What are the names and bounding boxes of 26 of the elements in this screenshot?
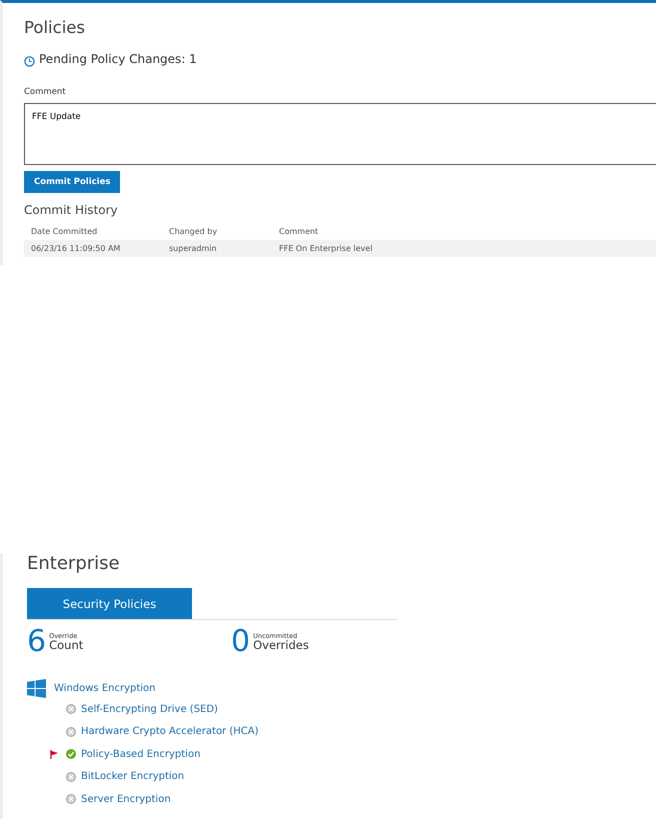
policy-link[interactable]: Hardware Crypto Accelerator (HCA) xyxy=(81,726,258,738)
table-cell-text: FFE On Enterprise level xyxy=(278,244,374,253)
stat-label: Overrides xyxy=(253,639,309,652)
column-header: Date Committed xyxy=(30,227,98,236)
comment-label: Comment xyxy=(24,87,67,97)
commit-policies-button[interactable]: Commit Policies xyxy=(24,171,120,193)
page-title: Policies xyxy=(24,18,86,37)
table-cell-text: superadmin xyxy=(168,244,218,253)
stat-number: 6 xyxy=(27,627,46,657)
clock-icon xyxy=(24,56,35,67)
column-header: Comment xyxy=(278,227,320,236)
policy-link[interactable]: Self-Encrypting Drive (SED) xyxy=(81,704,218,715)
stat-number: 0 xyxy=(231,627,250,657)
column-header: Changed by xyxy=(168,227,218,236)
policy-link[interactable]: BitLocker Encryption xyxy=(81,771,184,782)
enterprise-title: Enterprise xyxy=(27,553,121,574)
commit-history-title: Commit History xyxy=(24,203,119,217)
windows-logo-icon xyxy=(27,679,46,698)
table-cell-text: 06/23/16 11:09:50 AM xyxy=(30,244,122,253)
stat-label: Count xyxy=(49,639,84,652)
comment-field[interactable]: FFE Update xyxy=(24,103,656,165)
policy-link[interactable]: Policy-Based Encryption xyxy=(81,748,200,760)
windows-encryption-link[interactable]: Windows Encryption xyxy=(54,683,156,694)
security-policies-tab[interactable]: Security Policies xyxy=(27,588,192,619)
pending-changes-text: Pending Policy Changes: 1 xyxy=(39,52,197,66)
policy-link[interactable]: Server Encryption xyxy=(81,794,171,805)
